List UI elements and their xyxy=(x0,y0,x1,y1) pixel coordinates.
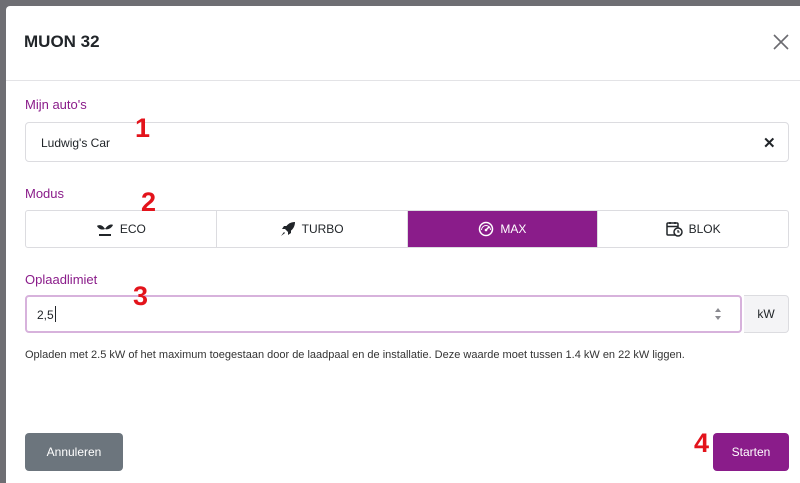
rocket-icon xyxy=(280,222,295,236)
mode-label: Modus xyxy=(25,186,65,201)
help-text: Opladen met 2.5 kW of het maximum toeges… xyxy=(25,349,685,361)
close-icon[interactable] xyxy=(769,30,793,54)
mode-selector: ECO TURBO MAX BLOK xyxy=(25,210,789,248)
mode-blok-button[interactable]: BLOK xyxy=(598,211,788,247)
dialog-title: MUON 32 xyxy=(24,32,100,51)
mode-max-button[interactable]: MAX xyxy=(407,211,599,247)
start-button[interactable]: Starten xyxy=(713,433,789,471)
text-caret xyxy=(55,306,56,322)
car-label: Mijn auto's xyxy=(25,97,87,112)
annotation-1: 1 xyxy=(135,113,151,143)
mode-turbo-label: TURBO xyxy=(301,222,344,236)
dialog-header: MUON 32 xyxy=(6,6,800,81)
mode-blok-label: BLOK xyxy=(688,222,721,236)
charge-limit-value: 2,5 xyxy=(37,308,54,322)
seedling-icon xyxy=(96,224,113,236)
unit-addon: kW xyxy=(744,295,789,333)
car-value: Ludwig's Car xyxy=(41,136,110,150)
cancel-button[interactable]: Annuleren xyxy=(25,433,123,471)
annotation-3: 3 xyxy=(133,281,149,311)
annotation-4: 4 xyxy=(694,428,710,458)
calendar-clock-icon xyxy=(665,222,683,237)
mode-max-label: MAX xyxy=(500,222,527,236)
gauge-icon xyxy=(479,221,494,237)
limit-label: Oplaadlimiet xyxy=(25,272,98,287)
charge-dialog: MUON 32 Mijn auto's Ludwig's Car ✕ Modus… xyxy=(6,6,800,483)
mode-eco-button[interactable]: ECO xyxy=(26,211,217,247)
number-spinner[interactable] xyxy=(713,304,723,324)
mode-eco-label: ECO xyxy=(119,222,146,236)
annotation-2: 2 xyxy=(141,187,157,217)
mode-turbo-button[interactable]: TURBO xyxy=(217,211,408,247)
clear-icon[interactable]: ✕ xyxy=(763,134,776,152)
